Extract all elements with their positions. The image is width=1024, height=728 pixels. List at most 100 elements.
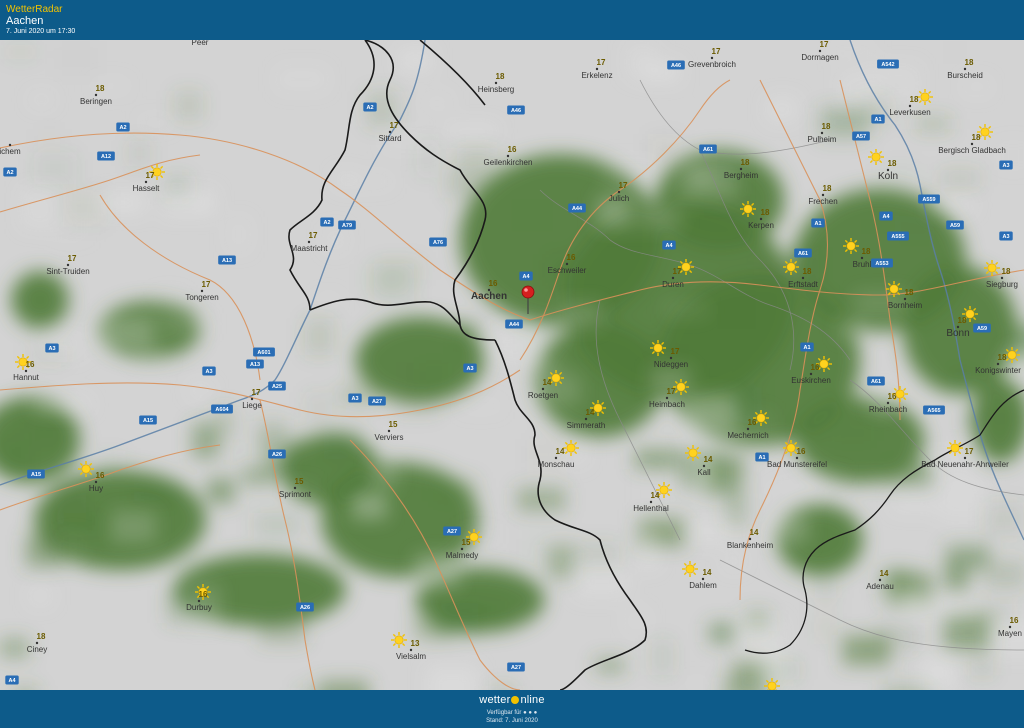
road-label-text: A4 [665,243,673,249]
place-dot [759,217,763,221]
cloud-patch [20,186,58,229]
cloud-patch [276,66,328,92]
road-label: A15 [139,415,157,425]
place-name: Sprimont [279,490,312,499]
land-patch [128,140,151,167]
road-label-text: A12 [101,154,111,160]
place-temperature: 17 [202,280,211,289]
cloud-patch [226,216,251,252]
place-name: Julich [609,194,629,203]
radar-map[interactable]: A2 A2 A12 A2 A2 A79 A76 A13 A46 A46 A61 A44 A4 A44 A4 A… [0,40,1024,690]
place-name: Verviers [375,433,404,442]
sun-disc [819,359,829,369]
place-dot [460,547,464,551]
place-dot [669,356,673,360]
cloud-patch [604,155,658,189]
place-name: Sittard [378,134,401,143]
road-label-text: A61 [871,379,881,385]
place-temperature: 17 [68,254,77,263]
place-temperature: 16 [797,447,806,456]
app-header: WetterRadar Aachen 7. Juni 2020 um 17:30 [0,0,1024,41]
sun-disc [469,532,479,542]
place-temperature: 18 [958,316,967,325]
road-label: A4 [879,211,893,221]
place-temperature: 15 [462,538,471,547]
place-dot [197,599,201,603]
road-label-text: A3 [351,396,358,402]
road-label-text: A59 [950,223,960,229]
brand-title: WetterRadar [6,4,63,15]
road-label: A3 [999,160,1013,170]
sun-icon [984,260,1000,276]
land-patch [570,541,620,567]
road-label-text: A25 [272,384,282,390]
wetteronline-logo[interactable]: wetter nline [0,694,1024,706]
land-patch [432,477,476,502]
land-patch [985,560,1024,589]
cloud-patch [664,302,708,317]
sun-icon [868,149,884,165]
place-dot [748,537,752,541]
place-dot [818,49,822,53]
sun-icon [391,632,407,648]
cloud-patch [162,190,215,215]
sun-disc [965,309,975,319]
place-temperature: 18 [1002,267,1011,276]
sun-disc [551,373,561,383]
place-temperature: 16 [811,363,820,372]
cloud-patch [638,466,657,506]
cloud-patch [682,518,734,543]
cloud-patch [767,97,797,122]
land-patch [174,90,203,121]
road-label: A2 [320,217,334,227]
land-patch [492,187,514,202]
road-label-text: A553 [875,261,888,267]
app-footer: wetter nline Verfügbar für ● ● ● Stand: 7… [0,690,1024,728]
place-temperature: 15 [389,420,398,429]
road-label: A15 [27,469,45,479]
cloud-patch [369,465,398,485]
road-label: A76 [429,237,447,247]
place-dot [820,131,824,135]
sun-disc [81,464,91,474]
place-dot [809,372,813,376]
place[interactable]: Peer [192,40,209,47]
sun-icon [78,461,94,477]
place-name: Malmedy [446,551,478,560]
place-temperature: 14 [543,378,552,387]
road-label-text: A565 [927,408,940,414]
road-label: A26 [296,602,314,612]
cloud-patch [919,654,956,690]
sun-icon [740,201,756,217]
cloud-patch [421,91,453,115]
sun-icon [563,440,579,456]
cloud-patch [446,124,498,138]
land-patch [517,487,566,512]
cloud-patch [458,398,504,414]
place-dot [387,429,391,433]
sun-disc [846,241,856,251]
sun-disc [980,127,990,137]
place-name: Pulheim [808,135,837,144]
road-label-text: A1 [803,345,810,351]
road-label-text: A542 [881,62,894,68]
place-dot [94,480,98,484]
place-temperature: 17 [712,47,721,56]
place-temperature: 14 [586,408,595,417]
place-temperature: 18 [972,133,981,142]
place-dot [886,401,890,405]
road-label: A26 [268,449,286,459]
location-title[interactable]: Aachen [6,15,43,27]
land-patch [23,415,69,445]
place-temperature: 13 [411,639,420,648]
road-label-text: A46 [511,108,521,114]
road-label-text: A604 [215,407,229,413]
place-dot [541,387,545,391]
cloud-patch [684,677,711,690]
road-label-text: A2 [6,170,13,176]
cloud-patch [427,666,478,690]
place-dot [801,276,805,280]
place-temperature: 18 [37,632,46,641]
place-temperature: 17 [820,40,829,49]
place-name: Simmerath [567,421,606,430]
